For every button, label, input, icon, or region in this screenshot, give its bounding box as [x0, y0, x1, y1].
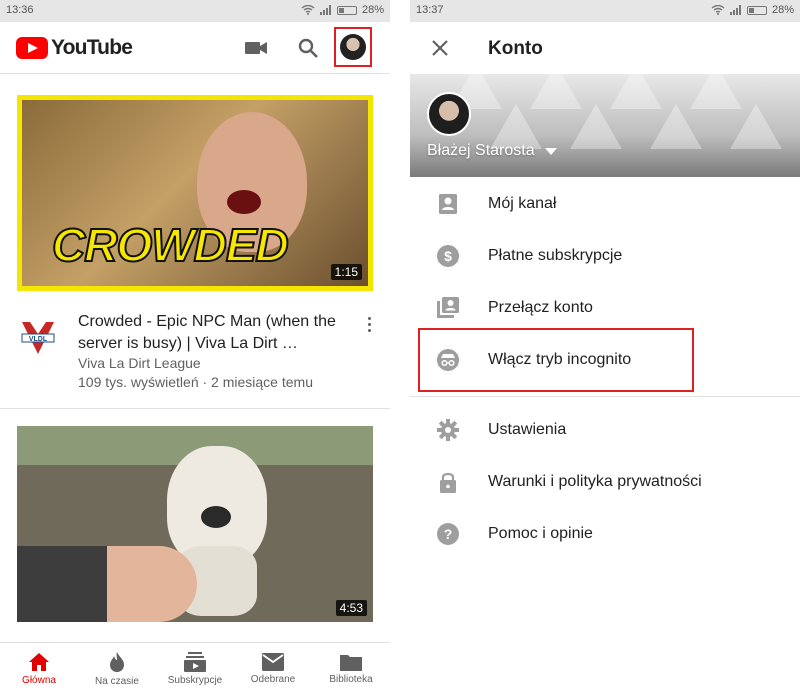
logo-text: YouTube — [51, 36, 133, 59]
status-bar: 13:37 28% — [410, 0, 800, 22]
account-header: Konto — [410, 22, 800, 74]
menu-terms-privacy[interactable]: Warunki i polityka prywatności — [410, 456, 800, 508]
vldl-logo-text: VLDL — [29, 336, 48, 343]
video-duration: 4:53 — [335, 600, 367, 616]
wifi-icon — [301, 5, 315, 15]
account-switcher[interactable]: Błażej Starosta — [427, 142, 557, 160]
battery-icon — [746, 5, 767, 15]
svg-text:?: ? — [444, 526, 453, 542]
search-button[interactable] — [292, 32, 324, 64]
video-thumbnail[interactable]: 4:53 — [17, 426, 373, 622]
menu-switch-account[interactable]: Przełącz konto — [410, 282, 800, 334]
menu-incognito[interactable]: Włącz tryb incognito — [410, 334, 800, 386]
video-title[interactable]: Crowded - Epic NPC Man (when the server … — [78, 311, 348, 355]
thumbnail-hand-image — [17, 546, 197, 622]
battery-icon — [336, 5, 357, 15]
subscriptions-icon — [184, 651, 206, 672]
menu-label: Płatne subskrypcje — [488, 247, 623, 264]
nav-trending[interactable]: Na czasie — [78, 643, 156, 694]
account-avatar-button[interactable] — [334, 27, 372, 67]
camera-icon — [245, 42, 267, 54]
battery-percent: 28% — [771, 4, 794, 16]
bottom-navigation: Główna Na czasie Subskrypcje Odebrane Bi… — [0, 642, 390, 694]
video-menu-button[interactable] — [362, 317, 376, 337]
page-title: Konto — [488, 38, 543, 59]
help-icon: ? — [437, 523, 459, 545]
video-duration: 1:15 — [330, 264, 362, 280]
close-button[interactable] — [428, 36, 452, 60]
flame-icon — [110, 651, 124, 672]
menu-label: Mój kanał — [488, 195, 557, 212]
signal-icon — [729, 5, 741, 15]
lock-icon — [440, 472, 456, 493]
divider — [410, 396, 800, 397]
upload-camera-button[interactable] — [240, 32, 272, 64]
nav-trending-label: Na czasie — [95, 675, 139, 687]
channel-avatar[interactable]: VLDL — [18, 318, 58, 358]
person-icon — [439, 194, 457, 214]
youtube-logo[interactable]: YouTube — [16, 36, 133, 60]
menu-paid-subscriptions[interactable]: $ Płatne subskrypcje — [410, 230, 800, 282]
video-thumbnail[interactable]: CROWDED 1:15 — [17, 95, 373, 291]
menu-settings[interactable]: Ustawienia — [410, 404, 800, 456]
nav-inbox[interactable]: Odebrane — [234, 643, 312, 694]
status-time: 13:37 — [416, 4, 444, 16]
status-time: 13:36 — [6, 4, 34, 16]
account-screen: 13:37 28% Konto Błażej Starosta Mój kana… — [410, 0, 800, 694]
nav-library[interactable]: Biblioteka — [312, 643, 390, 694]
avatar — [427, 92, 471, 136]
divider — [0, 408, 390, 409]
youtube-play-icon — [16, 37, 48, 59]
nav-home[interactable]: Główna — [0, 643, 78, 694]
video-views-age: 109 tys. wyświetleń · 2 miesiące temu — [78, 374, 313, 390]
dropdown-arrow-icon — [544, 147, 557, 155]
menu-label: Przełącz konto — [488, 299, 593, 316]
app-header: YouTube — [0, 22, 390, 74]
youtube-home-screen: 13:36 28% YouTube CROWDED 1:15 VLDL Crow… — [0, 0, 390, 694]
nav-library-label: Biblioteka — [329, 673, 373, 685]
dollar-icon: $ — [437, 245, 459, 267]
menu-label: Warunki i polityka prywatności — [488, 473, 702, 490]
mail-icon — [262, 652, 284, 671]
account-banner — [410, 74, 800, 177]
menu-my-channel[interactable]: Mój kanał — [410, 178, 800, 230]
menu-label: Ustawienia — [488, 421, 567, 438]
wifi-icon — [711, 5, 725, 15]
signal-icon — [319, 5, 331, 15]
menu-label: Pomoc i opinie — [488, 525, 593, 542]
search-icon — [298, 38, 318, 58]
menu-help-feedback[interactable]: ? Pomoc i opinie — [410, 508, 800, 560]
menu-label: Włącz tryb incognito — [488, 351, 632, 368]
avatar — [340, 34, 366, 60]
switch-account-icon — [437, 297, 459, 318]
status-bar: 13:36 28% — [0, 0, 390, 22]
nav-subscriptions-label: Subskrypcje — [167, 674, 223, 686]
vldl-logo-icon: VLDL — [21, 322, 55, 354]
video-channel-name[interactable]: Viva La Dirt League — [78, 355, 201, 371]
nav-subscriptions[interactable]: Subskrypcje — [156, 643, 234, 694]
nav-home-label: Główna — [22, 674, 56, 686]
home-icon — [29, 652, 49, 671]
folder-icon — [340, 654, 362, 671]
close-icon — [432, 40, 448, 56]
svg-text:$: $ — [444, 248, 452, 264]
thumbnail-title-text: CROWDED — [51, 218, 290, 272]
user-name: Błażej Starosta — [427, 142, 535, 159]
nav-inbox-label: Odebrane — [250, 673, 296, 685]
incognito-icon — [437, 349, 459, 371]
gear-icon — [437, 419, 459, 441]
battery-percent: 28% — [361, 4, 384, 16]
